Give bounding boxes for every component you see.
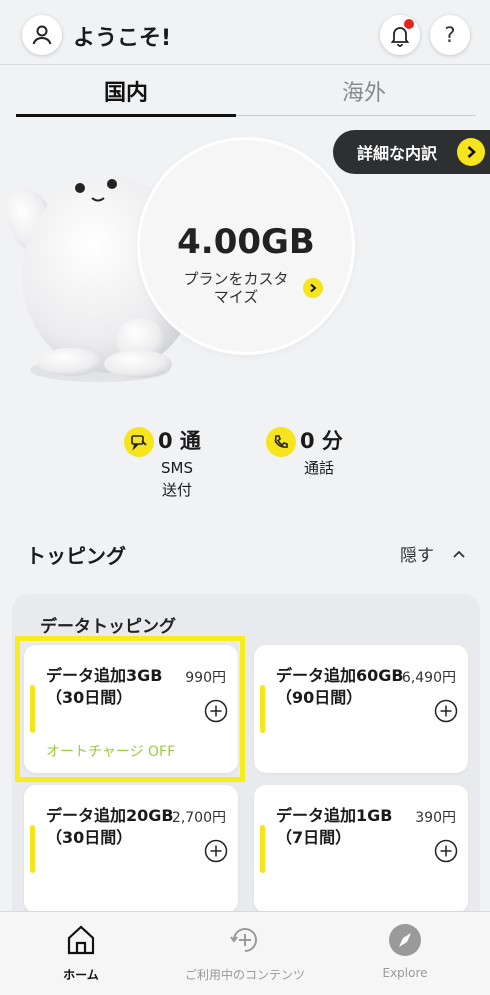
chevron-right-icon bbox=[457, 138, 485, 166]
topping-section-title: トッピング bbox=[26, 544, 126, 568]
card-price: 2,700円 bbox=[171, 810, 226, 826]
nav-home[interactable]: ホーム bbox=[6, 920, 156, 983]
user-icon bbox=[32, 25, 52, 45]
active-tab-indicator bbox=[16, 114, 236, 117]
plan-data-circle[interactable]: 4.00GB プランをカスタマイズ bbox=[140, 140, 352, 352]
nav-explore[interactable]: Explore bbox=[330, 920, 480, 980]
tab-domestic[interactable]: 国内 bbox=[16, 75, 236, 107]
help-icon: ? bbox=[444, 23, 456, 47]
bottom-navigation: ホーム ご利用中のコンテンツ Explore bbox=[0, 911, 490, 995]
topping-card-1gb[interactable]: データ追加1GB（7日間） 390円 bbox=[254, 785, 468, 913]
card-accent-bar bbox=[260, 825, 265, 873]
call-minutes: 0 分 bbox=[300, 429, 343, 453]
tab-divider bbox=[236, 115, 476, 116]
nav-home-label: ホーム bbox=[63, 968, 99, 982]
topping-card-60gb[interactable]: データ追加60GB（90日間） 6,490円 bbox=[254, 645, 468, 773]
nav-content[interactable]: ご利用中のコンテンツ bbox=[170, 920, 320, 983]
home-icon bbox=[67, 925, 95, 955]
help-button[interactable]: ? bbox=[430, 15, 470, 55]
welcome-title: ようこそ! bbox=[73, 26, 172, 51]
data-topping-title: データトッピング bbox=[40, 617, 176, 637]
chevron-right-icon[interactable] bbox=[303, 278, 323, 298]
detail-breakdown-button[interactable]: 詳細な内訳 bbox=[333, 130, 490, 174]
call-label: 通話 bbox=[303, 459, 334, 477]
nav-content-label: ご利用中のコンテンツ bbox=[184, 968, 305, 982]
sms-label: SMS 送付 bbox=[161, 459, 193, 499]
notification-button[interactable] bbox=[380, 15, 420, 55]
compass-icon bbox=[389, 924, 421, 956]
card-price: 6,490円 bbox=[401, 670, 456, 686]
add-circle-icon[interactable] bbox=[434, 839, 458, 863]
nav-explore-label: Explore bbox=[382, 966, 428, 980]
topping-card-20gb[interactable]: データ追加20GB（30日間） 2,700円 bbox=[24, 785, 238, 913]
detail-breakdown-label: 詳細な内訳 bbox=[357, 144, 438, 163]
phone-icon bbox=[266, 427, 296, 457]
card-accent-bar bbox=[260, 685, 265, 733]
sms-count: 0 通 bbox=[158, 429, 201, 453]
customize-plan-link[interactable]: プランをカスタマイズ bbox=[178, 270, 294, 306]
data-amount: 4.00GB bbox=[177, 222, 315, 262]
sms-icon bbox=[124, 427, 154, 457]
region-tabs: 国内 海外 bbox=[0, 64, 490, 118]
hide-label: 隠す bbox=[400, 546, 434, 566]
chevron-up-icon bbox=[453, 550, 465, 558]
highlight-frame bbox=[15, 636, 245, 782]
content-add-icon bbox=[230, 928, 257, 952]
card-price: 390円 bbox=[415, 810, 456, 826]
profile-button[interactable] bbox=[22, 15, 62, 55]
card-accent-bar bbox=[30, 825, 35, 873]
card-title: データ追加60GB（90日間） bbox=[276, 666, 404, 707]
add-circle-icon[interactable] bbox=[204, 839, 228, 863]
card-title: データ追加1GB（7日間） bbox=[276, 806, 393, 847]
app-header: ようこそ! ? bbox=[0, 0, 490, 64]
card-title: データ追加20GB（30日間） bbox=[46, 806, 174, 847]
add-circle-icon[interactable] bbox=[434, 699, 458, 723]
notification-badge bbox=[404, 19, 414, 29]
tab-overseas[interactable]: 海外 bbox=[254, 75, 474, 107]
hide-topping-toggle[interactable]: 隠す bbox=[400, 541, 466, 566]
